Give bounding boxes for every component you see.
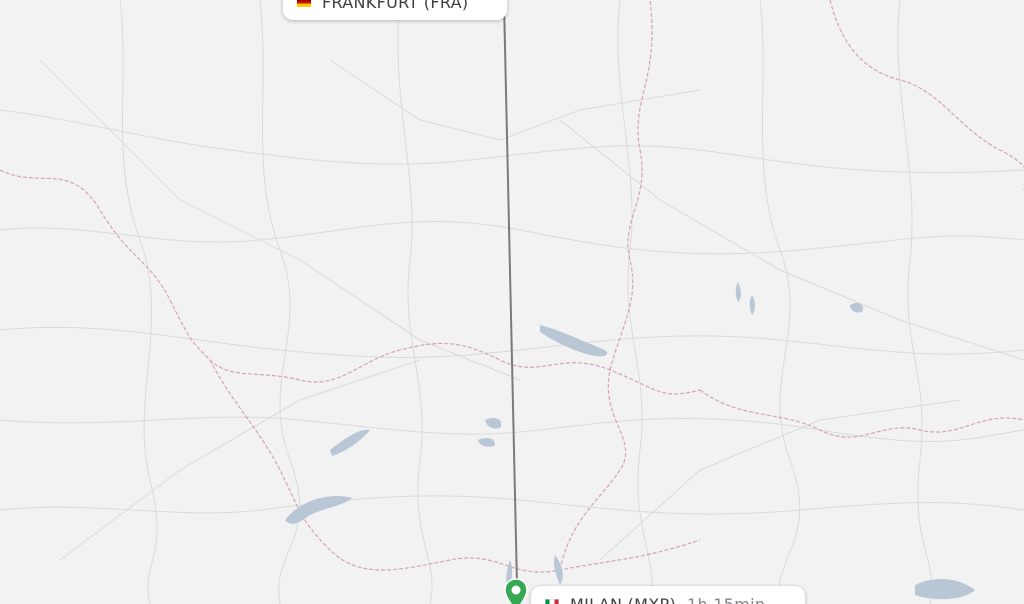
map-canvas [0,0,1024,604]
destination-airport-label: MILAN (MXP) [570,594,677,604]
italy-flag-icon [545,599,559,604]
origin-airport-label: FRANKFURT (FRA) [322,0,469,12]
land-background [0,0,1024,604]
flight-duration: 1h 15min [687,594,766,604]
destination-airport-chip[interactable]: MILAN (MXP) 1h 15min [531,586,805,604]
flight-route-map: FRANKFURT (FRA) MILAN (MXP) 1h 15min [0,0,1024,604]
map-pin-icon[interactable] [503,578,529,604]
origin-airport-chip[interactable]: FRANKFURT (FRA) [283,0,507,20]
germany-flag-icon [297,0,311,7]
